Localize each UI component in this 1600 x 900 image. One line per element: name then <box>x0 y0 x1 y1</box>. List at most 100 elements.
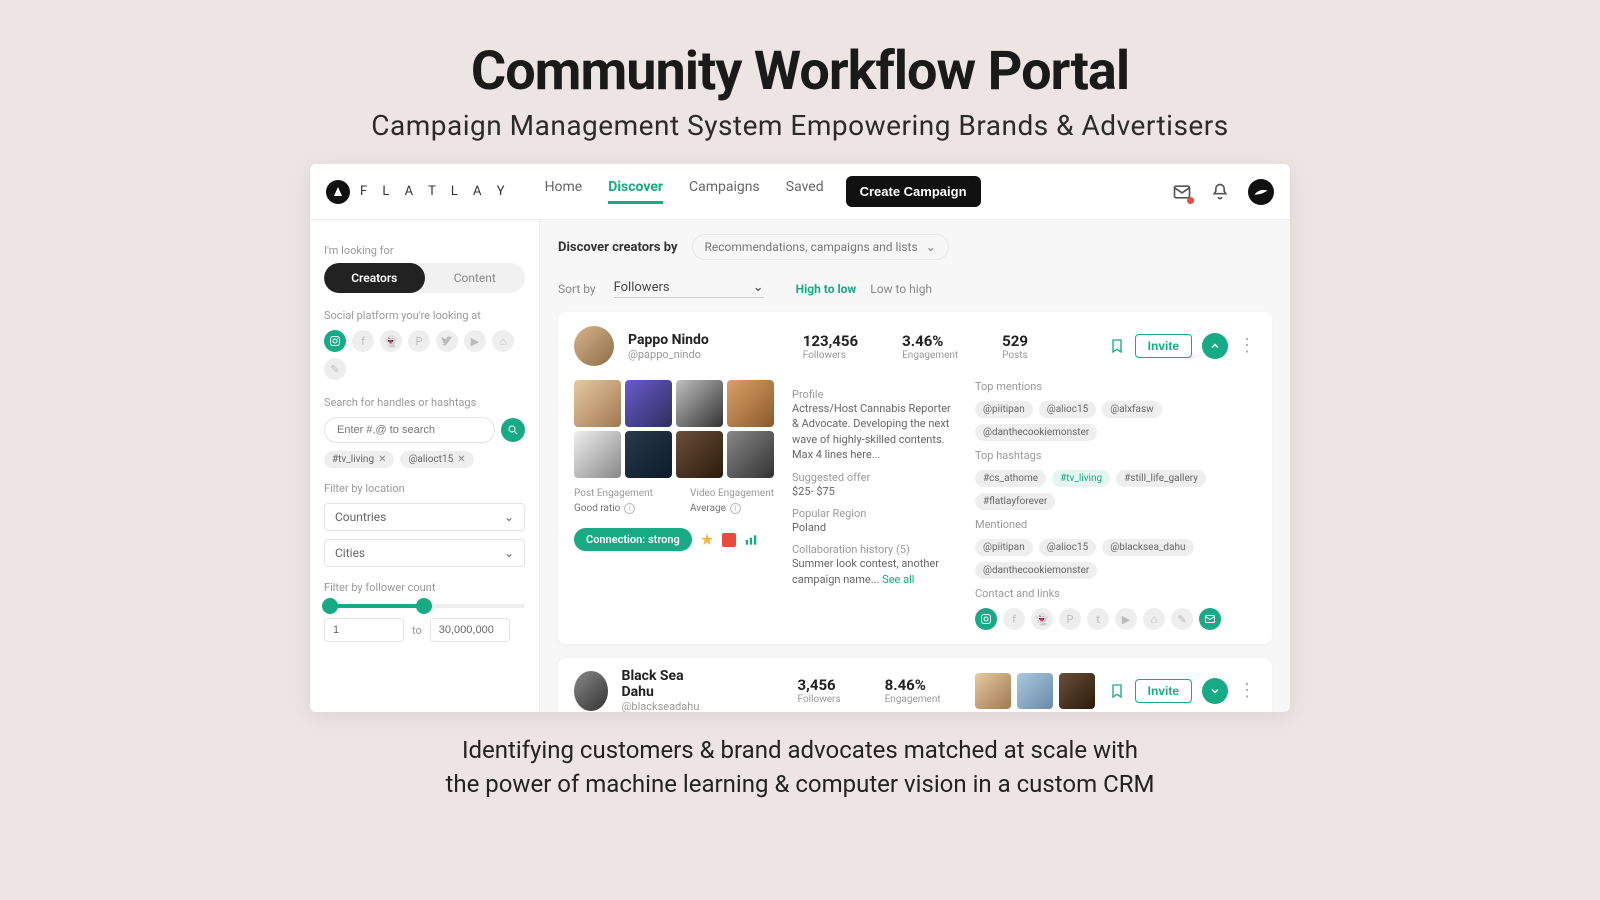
invite-button[interactable]: Invite <box>1135 334 1192 358</box>
offer-value: $25- $75 <box>792 484 957 499</box>
brand[interactable]: F L A T L A Y <box>326 180 511 204</box>
hashtag-chip[interactable]: #still_life_gallery <box>1116 470 1206 487</box>
contact-pinterest-icon[interactable]: P <box>1059 608 1081 630</box>
range-from-input[interactable] <box>324 618 404 642</box>
post-thumbnail[interactable] <box>676 380 723 427</box>
footer-text: Identifying customers & brand advocates … <box>446 734 1155 801</box>
creator-name: Pappo Nindo <box>628 332 709 348</box>
post-thumbnails <box>574 380 774 478</box>
user-avatar[interactable] <box>1248 179 1274 205</box>
bookmark-icon[interactable] <box>1109 338 1125 354</box>
contact-youtube-icon[interactable]: ▶ <box>1115 608 1137 630</box>
nav-saved[interactable]: Saved <box>786 179 824 204</box>
nav: Home Discover Campaigns Saved <box>545 179 824 204</box>
creator-avatar[interactable] <box>574 671 608 711</box>
post-thumbnail[interactable] <box>727 431 774 478</box>
countries-select[interactable]: Countries ⌄ <box>324 503 525 531</box>
creator-card: Pappo Nindo @pappo_nindo 123,456 Followe… <box>558 312 1272 644</box>
invite-button[interactable]: Invite <box>1135 679 1192 703</box>
chevron-down-icon: ⌄ <box>504 546 514 560</box>
more-menu-icon[interactable]: ⋮ <box>1238 342 1256 350</box>
collapse-button[interactable] <box>1202 333 1228 359</box>
follower-label: Filter by follower count <box>324 581 525 594</box>
footer-line: Identifying customers & brand advocates … <box>446 734 1155 768</box>
sort-high-to-low[interactable]: High to low <box>796 282 857 296</box>
contact-snapchat-icon[interactable]: 👻 <box>1031 608 1053 630</box>
chevron-down-icon: ⌄ <box>926 240 936 254</box>
twitch-icon[interactable]: ⌂ <box>492 330 514 352</box>
sort-low-to-high[interactable]: Low to high <box>870 282 932 296</box>
hashtags-label: Top hashtags <box>975 449 1256 462</box>
hashtag-chip[interactable]: #cs_athome <box>975 470 1046 487</box>
post-thumbnail[interactable] <box>574 380 621 427</box>
mail-icon[interactable] <box>1172 182 1192 202</box>
sort-select[interactable]: Followers ⌄ <box>614 280 764 298</box>
contact-mail-icon[interactable] <box>1199 608 1221 630</box>
info-icon[interactable]: i <box>624 503 635 514</box>
post-thumbnail[interactable] <box>574 431 621 478</box>
bell-icon[interactable] <box>1210 182 1230 202</box>
contact-twitch-icon[interactable]: ⌂ <box>1143 608 1165 630</box>
chip-remove-icon[interactable]: ✕ <box>457 454 465 465</box>
slider-handle-min[interactable] <box>322 598 338 614</box>
youtube-icon[interactable]: ▶ <box>464 330 486 352</box>
bookmark-icon[interactable] <box>1109 683 1125 699</box>
post-thumbnail[interactable] <box>1059 673 1095 709</box>
mention-chip[interactable]: @piitipan <box>975 401 1033 418</box>
search-input[interactable] <box>324 417 495 443</box>
pinterest-icon[interactable]: P <box>408 330 430 352</box>
follower-slider[interactable] <box>324 604 525 608</box>
search-button[interactable] <box>501 418 525 442</box>
snapchat-icon[interactable]: 👻 <box>380 330 402 352</box>
nav-campaigns[interactable]: Campaigns <box>689 179 760 204</box>
mention-chip[interactable]: @danthecookiemonster <box>975 424 1097 441</box>
chip-remove-icon[interactable]: ✕ <box>378 454 386 465</box>
mentioned-chip[interactable]: @danthecookiemonster <box>975 562 1097 579</box>
contact-facebook-icon[interactable]: f <box>1003 608 1025 630</box>
range-to-input[interactable] <box>430 618 510 642</box>
search-chip[interactable]: @alioct15✕ <box>400 451 473 468</box>
post-thumbnail[interactable] <box>727 380 774 427</box>
nav-discover[interactable]: Discover <box>608 179 663 204</box>
instagram-icon[interactable] <box>324 330 346 352</box>
blog-icon[interactable]: ✎ <box>324 358 346 380</box>
mentions-label: Top mentions <box>975 380 1256 393</box>
mention-chip[interactable]: @alxfasw <box>1102 401 1161 418</box>
hashtag-chip[interactable]: #tv_living <box>1052 470 1110 487</box>
range-to-label: to <box>412 624 422 637</box>
post-thumbnail[interactable] <box>676 431 723 478</box>
topbar: F L A T L A Y Home Discover Campaigns Sa… <box>310 164 1290 220</box>
mentioned-chip[interactable]: @blacksea_dahu <box>1102 539 1193 556</box>
post-thumbnail[interactable] <box>625 431 672 478</box>
segment-creators[interactable]: Creators <box>324 263 425 293</box>
expand-button[interactable] <box>1202 678 1228 704</box>
contact-twitter-icon[interactable]: t <box>1087 608 1109 630</box>
mention-chip[interactable]: @alioc15 <box>1039 401 1096 418</box>
mentioned-chip[interactable]: @alioc15 <box>1039 539 1096 556</box>
post-thumbnail[interactable] <box>1017 673 1053 709</box>
post-thumbnail[interactable] <box>975 673 1011 709</box>
search-chip[interactable]: #tv_living ✕ <box>324 451 394 468</box>
chip-label: #tv_living <box>332 454 374 465</box>
creator-handle: @blackseadahu <box>622 700 704 712</box>
post-thumbnail[interactable] <box>625 380 672 427</box>
mentioned-chip[interactable]: @piitipan <box>975 539 1033 556</box>
facebook-icon[interactable]: f <box>352 330 374 352</box>
creator-avatar[interactable] <box>574 326 614 366</box>
hashtag-chip[interactable]: #flatlayforever <box>975 493 1055 510</box>
info-icon[interactable]: i <box>730 503 741 514</box>
countries-label: Countries <box>335 510 386 524</box>
engagement-value: 8.46% <box>885 676 941 694</box>
more-menu-icon[interactable]: ⋮ <box>1238 687 1256 695</box>
discover-dropdown[interactable]: Recommendations, campaigns and lists ⌄ <box>692 234 949 260</box>
create-campaign-button[interactable]: Create Campaign <box>846 176 981 207</box>
see-all-link[interactable]: See all <box>882 573 914 586</box>
contact-blog-icon[interactable]: ✎ <box>1171 608 1193 630</box>
nav-home[interactable]: Home <box>545 179 583 204</box>
contact-instagram-icon[interactable] <box>975 608 997 630</box>
slider-handle-max[interactable] <box>416 598 432 614</box>
twitter-icon[interactable] <box>436 330 458 352</box>
cities-select[interactable]: Cities ⌄ <box>324 539 525 567</box>
segment-content[interactable]: Content <box>425 263 526 293</box>
post-eng-label: Post Engagement <box>574 488 653 499</box>
